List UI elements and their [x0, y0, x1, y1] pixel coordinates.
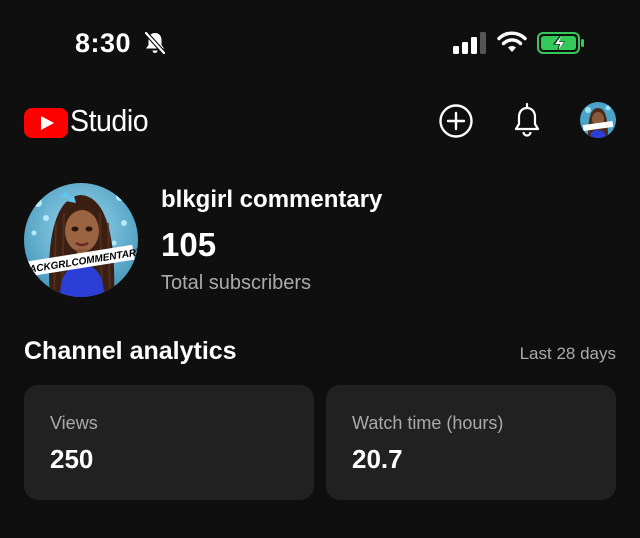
- status-bar: 8:30: [0, 0, 640, 86]
- app-screen: 8:30 Studio BLACKGRLCOMMENTARY blkgirl c…: [0, 0, 640, 538]
- watch-time-card[interactable]: Watch time (hours) 20.7: [326, 385, 616, 500]
- account-avatar[interactable]: [580, 102, 616, 138]
- bell-slash-icon: [144, 31, 166, 55]
- app-title: Studio: [70, 103, 149, 138]
- channel-avatar[interactable]: BLACKGRLCOMMENTARY: [24, 183, 138, 297]
- analytics-title: Channel analytics: [24, 337, 237, 365]
- youtube-play-icon[interactable]: [24, 108, 68, 138]
- create-plus-icon[interactable]: [438, 103, 474, 139]
- views-value: 250: [50, 444, 94, 474]
- views-card[interactable]: Views 250: [24, 385, 314, 500]
- subscriber-count: 105: [161, 226, 217, 263]
- subscriber-label: Total subscribers: [161, 272, 312, 294]
- app-header: Studio: [0, 96, 640, 148]
- channel-name: blkgirl commentary: [161, 186, 383, 213]
- notifications-bell-icon[interactable]: [511, 102, 543, 138]
- views-label: Views: [50, 413, 98, 433]
- wifi-icon: [497, 31, 527, 52]
- analytics-period: Last 28 days: [519, 344, 616, 363]
- signal-icon: [453, 32, 486, 54]
- watch-time-label: Watch time (hours): [352, 413, 504, 433]
- watch-time-value: 20.7: [352, 444, 403, 474]
- battery-charging-icon: [537, 32, 584, 54]
- status-time: 8:30: [75, 28, 132, 58]
